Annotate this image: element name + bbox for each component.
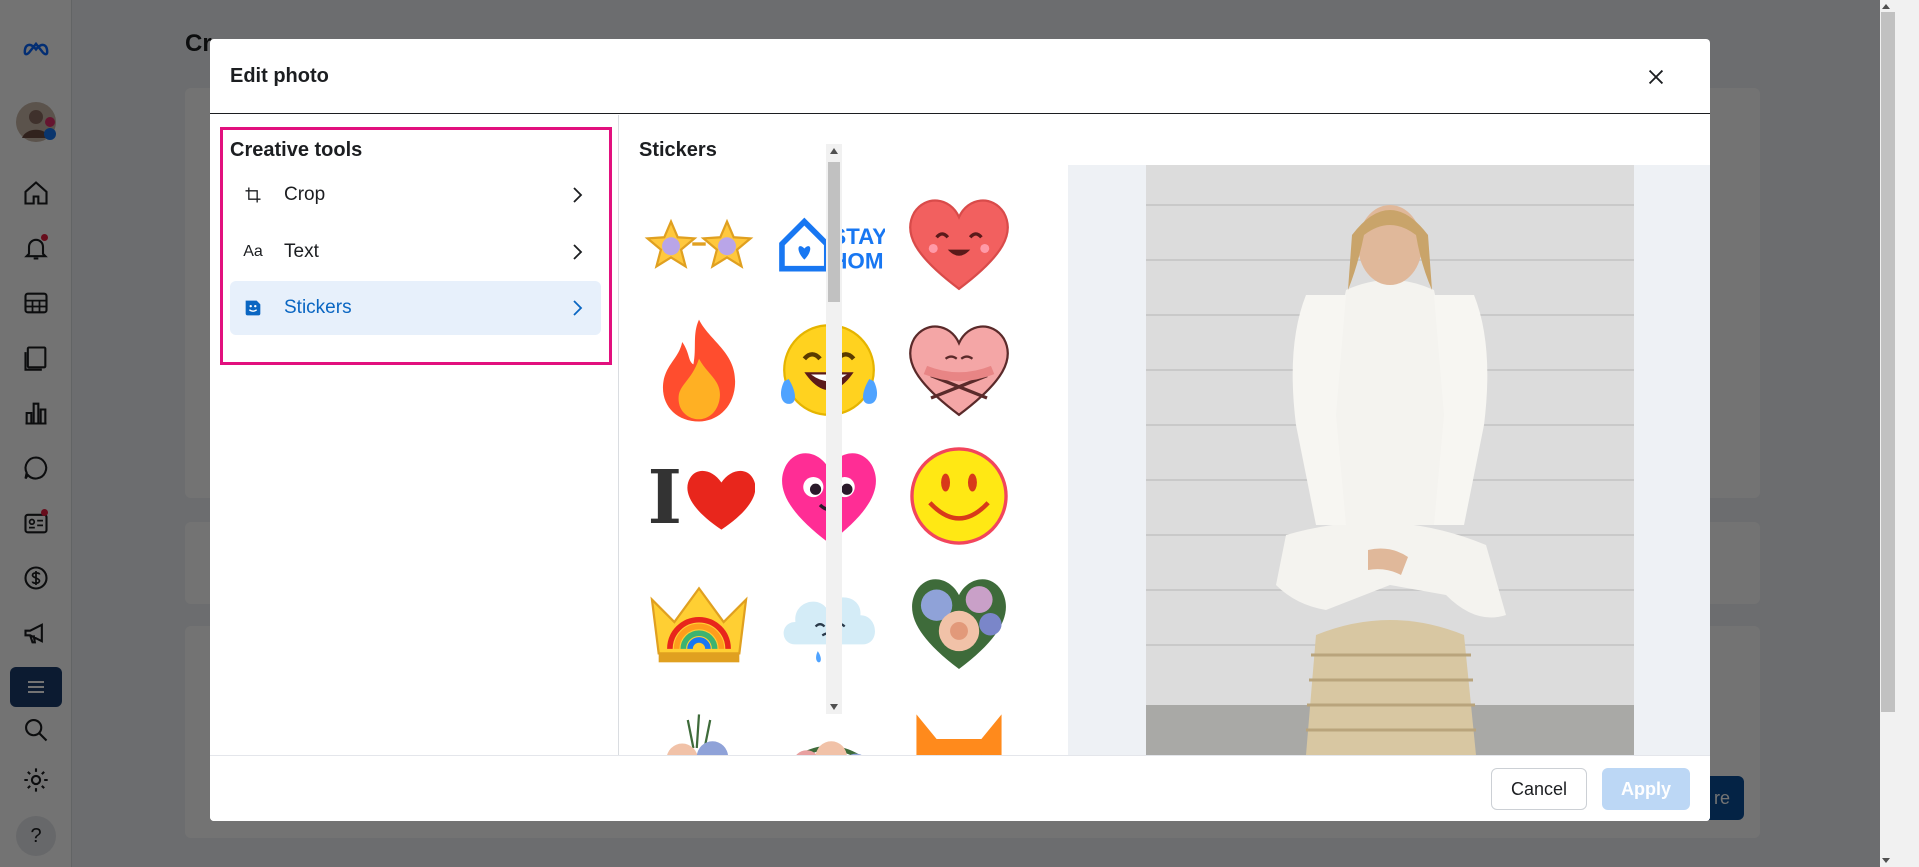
- dialog-title: Edit photo: [230, 65, 329, 87]
- crop-icon: [240, 182, 266, 208]
- creative-tools-panel: Creative tools Crop Aa Text Stickers: [210, 115, 619, 755]
- sticker-orange-cat[interactable]: [900, 689, 1018, 755]
- sticker-self-hug-heart[interactable]: [900, 311, 1018, 429]
- sticker-i-love[interactable]: I: [640, 437, 758, 555]
- chevron-right-icon: [573, 244, 583, 260]
- chevron-right-icon: [573, 187, 583, 203]
- apply-button[interactable]: Apply: [1602, 768, 1690, 810]
- chevron-right-icon: [573, 300, 583, 316]
- window-scrollbar[interactable]: [1880, 0, 1919, 867]
- tool-text-label: Text: [284, 241, 319, 262]
- tool-crop-label: Crop: [284, 184, 326, 205]
- creative-tools-title: Creative tools: [230, 139, 363, 161]
- close-icon: [1648, 69, 1664, 85]
- i-letter: I: [647, 455, 682, 541]
- stickers-title: Stickers: [639, 139, 717, 161]
- sticker-star-sunglasses[interactable]: [640, 185, 758, 303]
- edit-photo-dialog: Edit photo Creative tools Crop Aa Text S…: [210, 39, 1710, 821]
- sticker-flower-bouquet-1[interactable]: [640, 689, 758, 755]
- sticker-smiling-heart[interactable]: [900, 185, 1018, 303]
- dialog-footer: [210, 755, 1710, 821]
- close-button[interactable]: [1638, 59, 1674, 95]
- dialog-header: Edit photo: [210, 39, 1710, 114]
- sticker-fire[interactable]: [640, 311, 758, 429]
- sticker-floral-heart[interactable]: [900, 563, 1018, 681]
- cancel-button[interactable]: Cancel: [1491, 768, 1587, 810]
- text-icon: Aa: [243, 243, 263, 260]
- tool-text[interactable]: Aa Text: [230, 225, 601, 279]
- sticker-scrollbar[interactable]: [826, 144, 842, 714]
- sticker-rainbow-crown[interactable]: [640, 563, 758, 681]
- tool-stickers[interactable]: Stickers: [230, 281, 601, 335]
- sticker-icon: [240, 295, 266, 321]
- photo-preview: [1146, 165, 1634, 755]
- tool-crop[interactable]: Crop: [230, 168, 601, 222]
- sticker-yellow-smiley[interactable]: [900, 437, 1018, 555]
- tool-stickers-label: Stickers: [284, 297, 352, 318]
